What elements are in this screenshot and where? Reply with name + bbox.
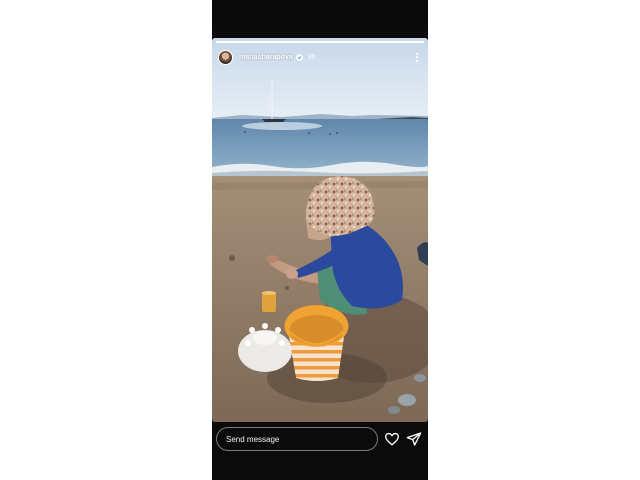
story-header: mariasharapova 3h — [218, 48, 422, 66]
heart-icon[interactable] — [384, 431, 400, 447]
more-options-icon[interactable] — [412, 51, 422, 63]
send-message-input[interactable] — [216, 427, 378, 451]
avatar[interactable] — [218, 49, 233, 65]
story-footer — [212, 422, 428, 480]
story-viewer: mariasharapova 3h — [212, 0, 428, 480]
story-username[interactable]: mariasharapova — [239, 54, 293, 61]
beach-photo — [212, 38, 428, 422]
story-progress-fill — [216, 41, 424, 43]
story-progress-bar — [216, 41, 424, 43]
verified-badge-icon — [295, 53, 303, 61]
story-image[interactable]: mariasharapova 3h — [212, 38, 428, 422]
story-timestamp: 3h — [307, 53, 316, 61]
send-icon[interactable] — [406, 431, 422, 447]
top-status-bar — [212, 0, 428, 28]
